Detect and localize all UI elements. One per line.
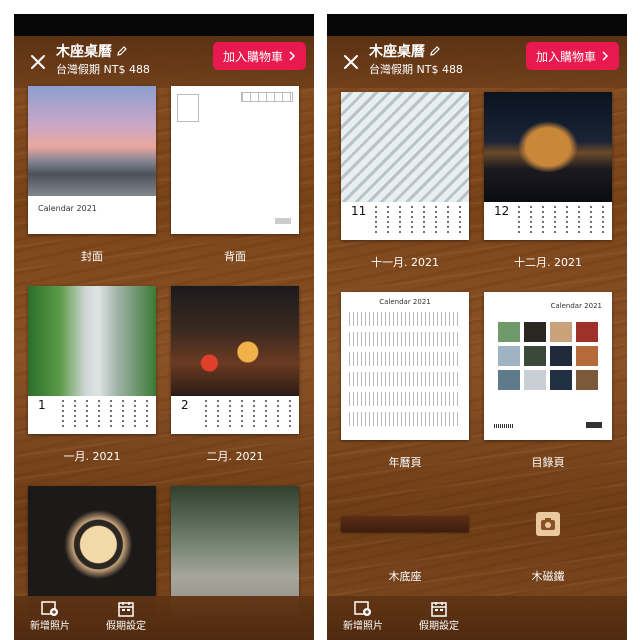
add-photo-label: 新增照片 xyxy=(343,621,383,630)
chevron-right-icon xyxy=(602,51,609,61)
add-to-cart-button[interactable]: 加入購物車 xyxy=(212,42,306,70)
add-photo-icon xyxy=(354,601,371,616)
page-card-back[interactable] xyxy=(171,86,299,234)
november-photo xyxy=(341,92,469,202)
caption-wooden-base: 木底座 xyxy=(388,570,422,583)
year-page-title: Calendar 2021 xyxy=(379,298,431,306)
status-bar xyxy=(327,14,627,36)
brand-mark xyxy=(586,422,602,428)
calendar-icon xyxy=(431,602,447,617)
page-card-year[interactable]: Calendar 2021 xyxy=(341,292,469,440)
mini-calendar-grid xyxy=(375,206,463,236)
cover-text: Calendar 2021 xyxy=(38,204,97,213)
close-icon xyxy=(344,55,358,69)
right-screen: 木座桌曆 台灣假期 NT$ 488 加入購物車 11 十一月. 2021 12 … xyxy=(327,14,627,640)
close-icon xyxy=(31,55,45,69)
left-screen: 木座桌曆 台灣假期 NT$ 488 加入購物車 Calendar 2021 封面… xyxy=(14,14,314,640)
status-bar xyxy=(14,14,314,36)
year-calendar-grid xyxy=(349,312,461,432)
header: 木座桌曆 台灣假期 NT$ 488 加入購物車 xyxy=(14,36,314,88)
mini-calendar-grid xyxy=(62,400,150,430)
page-card-index[interactable]: Calendar 2021 xyxy=(484,292,612,440)
edit-pencil-icon[interactable] xyxy=(116,45,128,57)
caption-wooden-magnet: 木磁鐵 xyxy=(531,570,565,583)
product-title: 木座桌曆 xyxy=(56,44,112,60)
chevron-right-icon xyxy=(289,51,296,61)
mini-calendar-grid xyxy=(205,400,293,430)
barcode xyxy=(494,424,514,428)
add-to-cart-button[interactable]: 加入購物車 xyxy=(525,42,619,70)
cover-photo xyxy=(28,86,156,196)
add-photo-icon xyxy=(41,601,58,616)
cart-button-label: 加入購物車 xyxy=(535,49,596,64)
caption-index-page: 目錄頁 xyxy=(531,456,565,469)
january-photo xyxy=(28,286,156,396)
holiday-settings-label: 假期設定 xyxy=(419,621,459,630)
caption-november: 十一月. 2021 xyxy=(371,256,439,269)
holiday-settings-button[interactable]: 假期設定 xyxy=(96,600,156,630)
month-number: 2 xyxy=(181,398,189,412)
product-subtitle: 台灣假期 NT$ 488 xyxy=(56,63,150,76)
header: 木座桌曆 台灣假期 NT$ 488 加入購物車 xyxy=(327,36,627,88)
page-card-november[interactable]: 11 xyxy=(341,92,469,240)
bottom-toolbar: 新增照片 假期設定 xyxy=(327,596,627,640)
holiday-settings-button[interactable]: 假期設定 xyxy=(409,600,469,630)
february-photo xyxy=(171,286,299,396)
caption-january: 一月. 2021 xyxy=(63,450,121,463)
caption-year-page: 年曆頁 xyxy=(388,456,422,469)
add-photo-button[interactable]: 新增照片 xyxy=(20,600,80,630)
calendar-icon xyxy=(118,602,134,617)
close-button[interactable] xyxy=(335,46,367,78)
cart-button-label: 加入購物車 xyxy=(222,49,283,64)
page-card-january[interactable]: 1 xyxy=(28,286,156,434)
month-number: 1 xyxy=(38,398,46,412)
caption-back: 背面 xyxy=(224,250,246,263)
caption-cover: 封面 xyxy=(81,250,103,263)
month-number: 11 xyxy=(351,204,367,218)
page-card-december[interactable]: 12 xyxy=(484,92,612,240)
back-logo-box xyxy=(177,94,199,122)
bottom-toolbar: 新增照片 假期設定 xyxy=(14,596,314,640)
camera-icon xyxy=(541,518,555,530)
close-button[interactable] xyxy=(22,46,54,78)
add-photo-label: 新增照片 xyxy=(30,621,70,630)
page-card-cover[interactable]: Calendar 2021 xyxy=(28,86,156,234)
add-photo-button[interactable]: 新增照片 xyxy=(333,600,393,630)
back-brand-mark xyxy=(275,218,291,224)
month-number: 12 xyxy=(494,204,510,218)
december-photo xyxy=(484,92,612,202)
page-card-february[interactable]: 2 xyxy=(171,286,299,434)
mini-calendar-grid xyxy=(518,206,606,236)
wooden-magnet-preview[interactable] xyxy=(536,512,560,536)
holiday-settings-label: 假期設定 xyxy=(106,621,146,630)
thumbnail-grid xyxy=(498,322,598,394)
caption-december: 十二月. 2021 xyxy=(514,256,582,269)
wooden-base-preview[interactable] xyxy=(341,516,469,532)
edit-pencil-icon[interactable] xyxy=(429,45,441,57)
caption-february: 二月. 2021 xyxy=(206,450,264,463)
index-page-title: Calendar 2021 xyxy=(550,302,602,310)
product-title: 木座桌曆 xyxy=(369,44,425,60)
back-postal-boxes xyxy=(241,92,293,102)
product-subtitle: 台灣假期 NT$ 488 xyxy=(369,63,463,76)
